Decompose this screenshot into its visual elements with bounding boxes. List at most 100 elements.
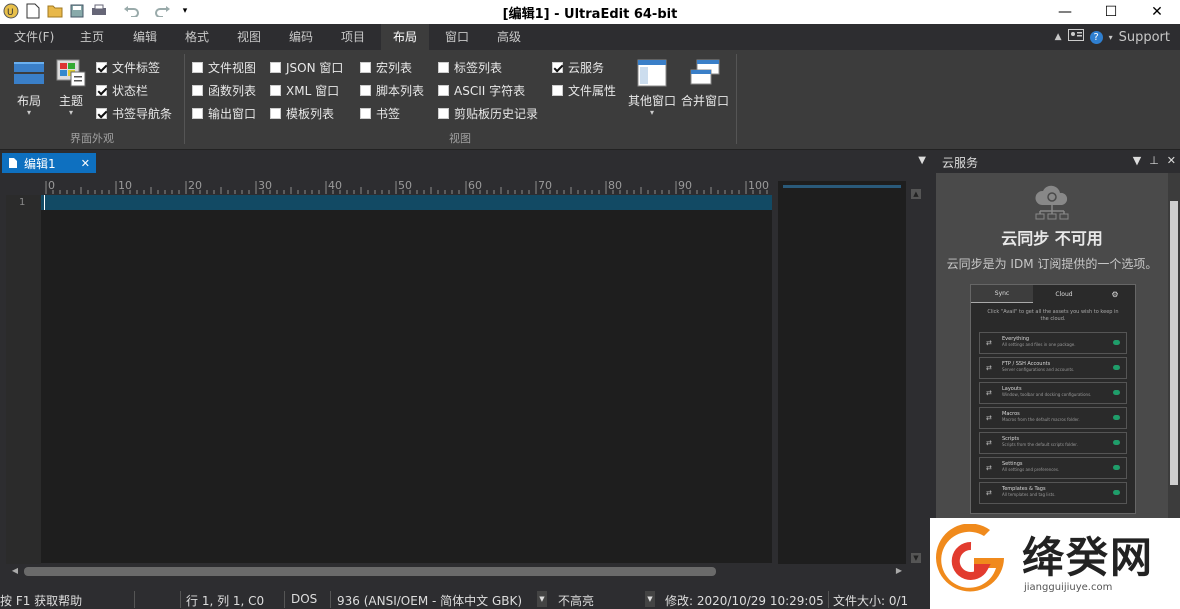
document-tab-edit1[interactable]: 编辑1 ✕ — [2, 153, 96, 173]
checkbox-script-list[interactable]: 脚本列表 — [360, 81, 424, 99]
other-windows-icon — [636, 58, 668, 88]
cloud-status-icon — [1113, 365, 1120, 370]
tab-project[interactable]: 项目 — [329, 24, 377, 50]
merge-windows-button[interactable]: 合并窗口 — [680, 58, 730, 109]
tab-layout[interactable]: 布局 — [381, 24, 430, 50]
account-icon[interactable] — [1067, 29, 1084, 45]
cloud-panel-scroll-thumb[interactable] — [1170, 201, 1178, 485]
checkbox-label: 文件属性 — [568, 83, 617, 98]
checkbox-label: 文件标签 — [112, 60, 161, 75]
checkbox-bookmarks[interactable]: 书签 — [360, 104, 400, 122]
status-encoding[interactable]: 936 (ANSI/OEM - 简体中文 GBK) — [337, 592, 522, 609]
checkbox-label: 标签列表 — [454, 60, 503, 75]
encoding-dropdown-icon[interactable]: ▼ — [537, 591, 547, 607]
line-number: 1 — [19, 197, 26, 208]
checkbox-json-window[interactable]: JSON 窗口 — [270, 58, 343, 76]
close-tab-button[interactable]: ✕ — [81, 157, 96, 170]
other-windows-label: 其他窗口 — [627, 94, 676, 108]
cloud-unavailable-title: 云同步 不可用 — [1001, 229, 1103, 248]
checkbox-ascii-table[interactable]: ASCII 字符表 — [438, 81, 525, 99]
theme-button[interactable]: 主题 ▾ — [54, 58, 88, 117]
window-controls: — ☐ ✕ — [1042, 0, 1180, 24]
status-cursor-position[interactable]: 行 1, 列 1, C0 — [186, 592, 264, 609]
sync-item-desc: Window, toolbar and docking configuratio… — [1002, 392, 1092, 397]
sync-item-icon: ⇄ — [986, 364, 992, 372]
text-editor[interactable] — [41, 195, 772, 563]
checkbox-template-list[interactable]: 模板列表 — [270, 104, 334, 122]
maximize-button[interactable]: ☐ — [1088, 0, 1134, 24]
merge-windows-icon — [689, 58, 721, 88]
tab-home[interactable]: 主页 — [68, 24, 116, 50]
theme-label: 主题 — [58, 94, 83, 108]
tab-encoding[interactable]: 编码 — [277, 24, 325, 50]
horizontal-scrollbar[interactable]: ◀ ▶ — [6, 564, 910, 578]
current-line-highlight — [41, 195, 772, 210]
checkbox-file-view[interactable]: 文件视图 — [192, 58, 256, 76]
status-file-size: 文件大小: 0/1 — [833, 594, 909, 608]
tab-file[interactable]: 文件(F) — [2, 24, 66, 50]
status-line-ending[interactable]: DOS — [291, 592, 317, 606]
merge-windows-label: 合并窗口 — [680, 94, 729, 108]
close-button[interactable]: ✕ — [1134, 0, 1180, 24]
cloud-status-icon — [1113, 415, 1120, 420]
checkbox-xml-window[interactable]: XML 窗口 — [270, 81, 339, 99]
checkbox-status-bar[interactable]: 状态栏 — [96, 81, 148, 99]
checkbox-box — [270, 107, 281, 119]
highlighting-dropdown-icon[interactable]: ▼ — [645, 591, 655, 607]
other-windows-button[interactable]: 其他窗口 ▾ — [626, 58, 678, 117]
cloud-status-icon — [1113, 390, 1120, 395]
collapse-ribbon-icon[interactable]: ▲ — [1055, 32, 1062, 42]
line-number-gutter: 1 — [6, 195, 41, 569]
status-highlighting[interactable]: 不高亮 — [558, 592, 594, 609]
horizontal-scroll-thumb[interactable] — [24, 567, 716, 576]
sync-item-desc: Macros from the default macros folder. — [1002, 417, 1080, 422]
preview-row: ⇄ Macros Macros from the default macros fo… — [979, 407, 1127, 429]
document-tab-strip: 编辑1 ✕ ▼ — [0, 151, 934, 173]
tab-edit[interactable]: 编辑 — [121, 24, 169, 50]
editor-area: 0 10 20 30 40 50 60 70 80 90 100 1 ▲ ▼ ◀ ▶ — [6, 175, 930, 581]
sync-item-icon: ⇄ — [986, 439, 992, 447]
pin-icon[interactable]: ⊥ — [1149, 154, 1159, 167]
checkbox-file-properties[interactable]: 文件属性 — [552, 81, 616, 99]
checkbox-output-window[interactable]: 输出窗口 — [192, 104, 256, 122]
status-bar: 按 F1 获取帮助 行 1, 列 1, C0 DOS 936 (ANSI/OEM… — [0, 590, 930, 609]
minimize-button[interactable]: — — [1042, 0, 1088, 24]
checkbox-label: 状态栏 — [112, 83, 149, 98]
checkbox-tag-list[interactable]: 标签列表 — [438, 58, 502, 76]
ruler-number: 80 — [608, 179, 622, 192]
checkbox-function-list[interactable]: 函数列表 — [192, 81, 256, 99]
tab-advanced[interactable]: 高级 — [485, 24, 533, 50]
tab-view[interactable]: 视图 — [225, 24, 273, 50]
checkbox-label: 书签导航条 — [112, 106, 173, 121]
checkbox-checked-icon — [552, 61, 563, 73]
tab-list-dropdown-icon[interactable]: ▼ — [918, 155, 926, 166]
sync-item-desc: All templates and tag lists. — [1002, 492, 1056, 497]
help-icon[interactable]: ? — [1089, 30, 1103, 44]
checkbox-bookmark-bar[interactable]: 书签导航条 — [96, 104, 172, 122]
scroll-right-icon[interactable]: ▶ — [894, 566, 904, 576]
support-link[interactable]: Support — [1119, 30, 1170, 45]
support-dropdown-icon[interactable]: ▾ — [1109, 33, 1113, 42]
tab-window[interactable]: 窗口 — [433, 24, 481, 50]
panel-menu-icon[interactable]: ▼ — [1133, 154, 1141, 167]
checkbox-file-tabs[interactable]: 文件标签 — [96, 58, 160, 76]
scroll-left-icon[interactable]: ◀ — [10, 566, 20, 576]
minimap[interactable] — [778, 181, 906, 565]
vertical-scrollbar[interactable]: ▲ ▼ — [910, 187, 922, 565]
cloud-panel-controls: ▼ ⊥ ✕ — [1133, 154, 1176, 167]
tab-format[interactable]: 格式 — [173, 24, 221, 50]
cloud-services-panel: 云服务 ▼ ⊥ ✕ 云同步 不可用 云同步是为 IDM 订阅提供的一个选项。 S… — [936, 151, 1180, 581]
scroll-down-icon[interactable]: ▼ — [911, 553, 921, 563]
checkbox-clipboard-history[interactable]: 剪贴板历史记录 — [438, 104, 538, 122]
panel-close-icon[interactable]: ✕ — [1167, 154, 1176, 167]
checkbox-cloud-services[interactable]: 云服务 — [552, 58, 604, 76]
checkbox-box — [438, 61, 449, 73]
checkbox-box — [552, 84, 563, 96]
document-icon — [9, 158, 17, 168]
scroll-up-icon[interactable]: ▲ — [911, 189, 921, 199]
checkbox-macro-list[interactable]: 宏列表 — [360, 58, 412, 76]
cloud-icon — [1035, 185, 1069, 220]
text-caret — [44, 195, 45, 210]
minimap-viewport — [783, 185, 901, 188]
layout-button[interactable]: 布局 ▾ — [10, 58, 48, 117]
